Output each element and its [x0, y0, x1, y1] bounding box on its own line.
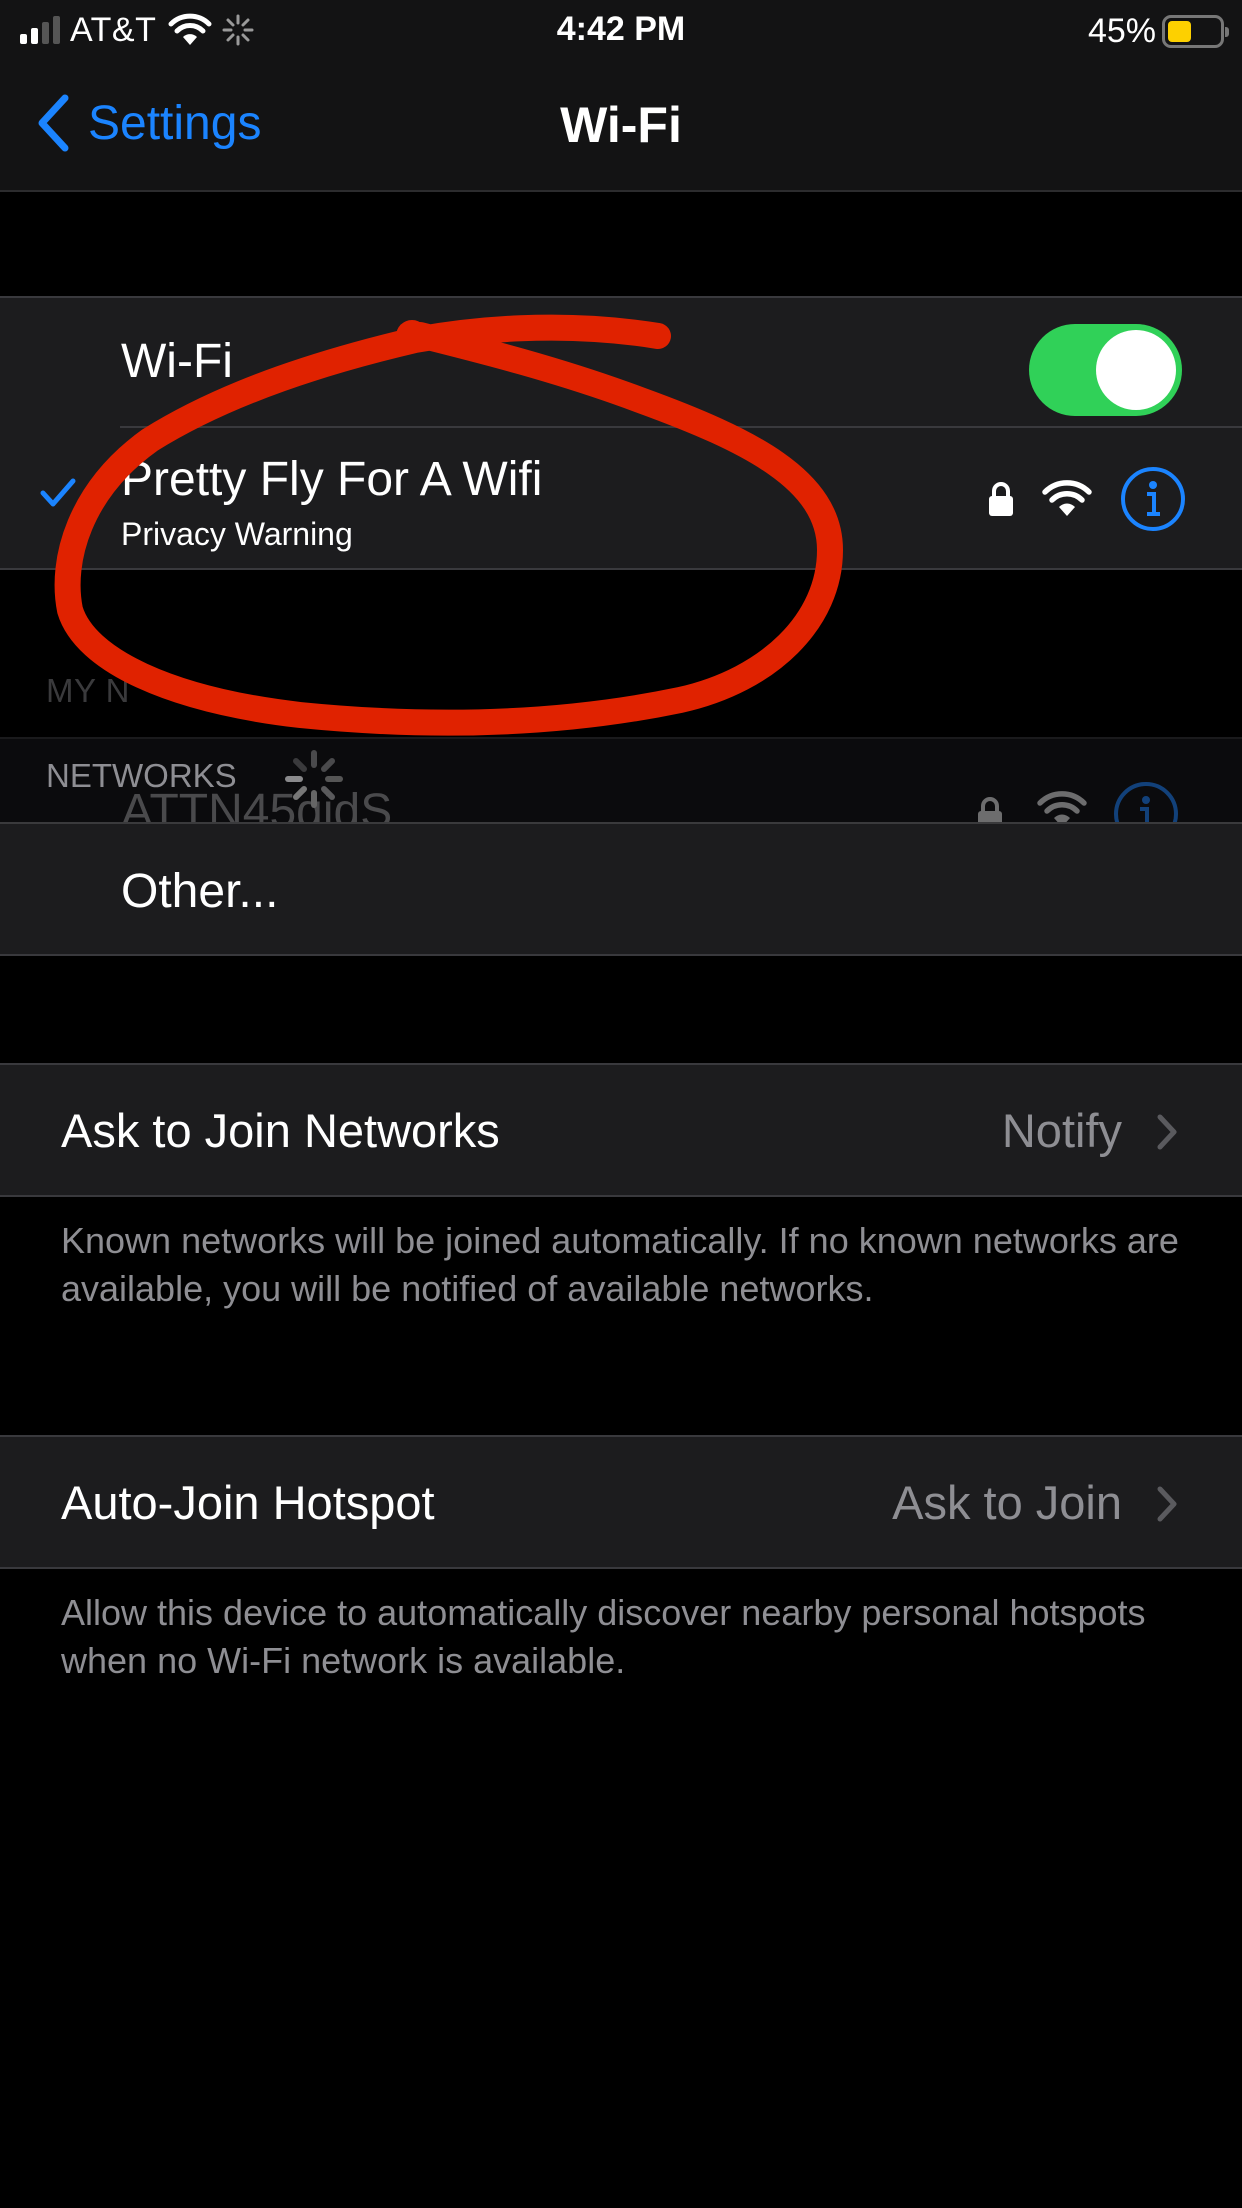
auto-join-hotspot-label: Auto-Join Hotspot	[61, 1476, 435, 1529]
clock: 4:42 PM	[556, 10, 686, 48]
ask-to-join-group: Ask to Join Networks Notify	[0, 1063, 1242, 1197]
chevron-right-icon	[1157, 1114, 1177, 1150]
lock-icon	[978, 797, 1002, 823]
toggle-knob	[1096, 330, 1176, 410]
wifi-signal-icon	[1042, 480, 1092, 516]
auto-join-hotspot-value: Ask to Join	[892, 1476, 1122, 1529]
ask-to-join-value: Notify	[1001, 1104, 1122, 1157]
info-button[interactable]	[1113, 781, 1179, 823]
checkmark-icon	[40, 478, 76, 507]
ask-to-join-row[interactable]: Ask to Join Networks Notify	[0, 1065, 1242, 1195]
networks-section-header: NETWORKS	[46, 757, 237, 794]
auto-join-hotspot-footnote: Allow this device to automatically disco…	[61, 1592, 1146, 1681]
auto-join-hotspot-group: Auto-Join Hotspot Ask to Join	[0, 1435, 1242, 1569]
network-name: Pretty Fly For A Wifi	[121, 453, 543, 506]
network-status: Privacy Warning	[121, 516, 353, 552]
networks-header-bar: ATTN45gidS NETWORKS	[0, 737, 1242, 823]
page-title: Wi-Fi	[560, 97, 682, 153]
status-bar: AT&T 4:42 PM 45%	[0, 0, 1242, 60]
wifi-toggle-row: Wi-Fi	[0, 298, 1242, 428]
battery-percent: 45%	[1087, 12, 1156, 50]
auto-join-hotspot-row[interactable]: Auto-Join Hotspot Ask to Join	[0, 1437, 1242, 1567]
battery-level-fill	[1168, 21, 1191, 42]
ask-to-join-footnote: Known networks will be joined automatica…	[61, 1220, 1179, 1309]
ask-to-join-label: Ask to Join Networks	[61, 1104, 500, 1157]
wifi-toggle-label: Wi-Fi	[121, 335, 233, 388]
my-networks-header: MY N	[46, 672, 130, 709]
info-button[interactable]	[1120, 466, 1186, 532]
wifi-group: Wi-Fi Pretty Fly For A Wifi Privacy Warn…	[0, 296, 1242, 570]
chevron-right-icon	[1157, 1486, 1177, 1522]
navigation-bar: Settings Wi-Fi	[0, 60, 1242, 192]
loading-spinner-icon	[285, 750, 343, 808]
lock-icon	[989, 482, 1013, 516]
other-network-label: Other...	[121, 865, 279, 918]
current-network-row[interactable]: Pretty Fly For A Wifi Privacy Warning	[0, 428, 1242, 568]
battery-icon	[1162, 15, 1229, 48]
other-network-row[interactable]: Other...	[0, 822, 1242, 956]
wifi-signal-icon	[1037, 791, 1087, 823]
wifi-toggle-switch[interactable]	[1029, 324, 1182, 416]
